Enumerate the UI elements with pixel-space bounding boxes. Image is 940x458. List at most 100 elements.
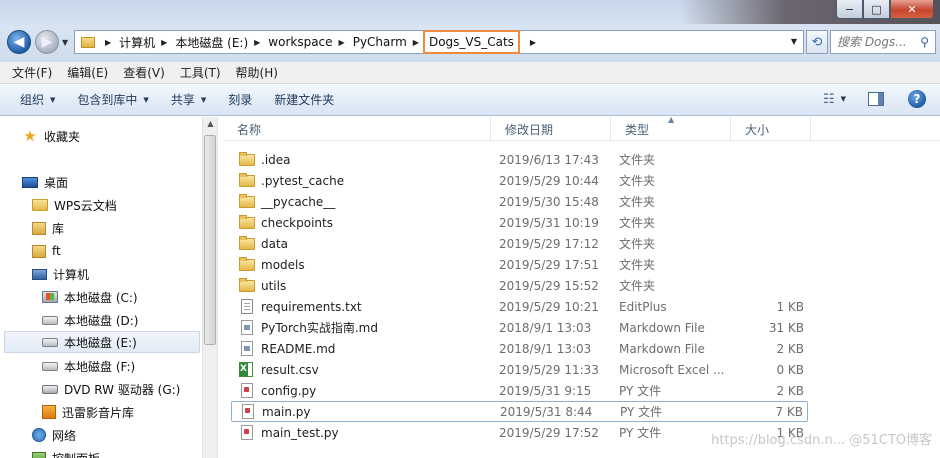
address-bar[interactable]: ▶ 计算机 ▶ 本地磁盘 (E:) ▶ workspace ▶ PyCharm ▶ Do…: [74, 30, 804, 54]
preview-pane-icon[interactable]: [868, 92, 884, 106]
folder-icon: [239, 193, 255, 208]
menu-tools[interactable]: 工具(T): [180, 64, 221, 81]
nav-item-favorites[interactable]: ★ 收藏夹: [22, 125, 80, 147]
close-button[interactable]: ✕: [890, 0, 934, 19]
file-name: data: [261, 236, 289, 251]
file-size: 0 KB: [776, 362, 804, 377]
file-date: 2019/6/13 17:43: [499, 152, 599, 167]
search-icon: ⚲: [920, 35, 929, 49]
excel-csv-icon: [239, 362, 253, 377]
breadcrumb-computer[interactable]: 计算机 ▶: [119, 34, 175, 51]
column-header-name[interactable]: 名称: [223, 117, 491, 141]
breadcrumb-pycharm[interactable]: PyCharm ▶: [353, 35, 427, 49]
scrollbar-thumb[interactable]: [204, 135, 216, 345]
nav-item-control-panel[interactable]: 控制面板: [32, 447, 100, 458]
file-type: EditPlus: [619, 299, 667, 314]
nav-item-xunlei[interactable]: 迅雷影音片库: [42, 401, 134, 423]
nav-item-drive-d[interactable]: 本地磁盘 (D:): [42, 309, 138, 331]
chevron-right-icon: ▶: [338, 37, 345, 47]
library-icon: [32, 221, 46, 235]
python-file-icon: [241, 425, 253, 440]
search-box[interactable]: ⚲: [830, 30, 936, 54]
nav-item-wps[interactable]: WPS云文档: [32, 194, 117, 216]
navigation-scrollbar[interactable]: ▲: [202, 117, 217, 458]
address-history-dropdown[interactable]: ▼: [791, 37, 797, 46]
file-date: 2019/5/29 15:52: [499, 278, 599, 293]
file-row[interactable]: .idea 2019/6/13 17:43 文件夹: [231, 149, 808, 170]
minimize-button[interactable]: −: [836, 0, 863, 19]
computer-icon: [32, 268, 47, 280]
nav-item-libraries[interactable]: 库: [32, 217, 64, 239]
organize-button[interactable]: 组织 ▼: [20, 91, 55, 108]
file-row[interactable]: result.csv 2019/5/29 11:33 Microsoft Exc…: [231, 359, 808, 380]
star-icon: ★: [23, 127, 37, 145]
refresh-button[interactable]: ⟲: [806, 30, 828, 54]
nav-item-drive-c[interactable]: 本地磁盘 (C:): [42, 286, 138, 308]
file-list: 名称 修改日期 类型 大小 ▲ .idea 2019/6/13 17:43 文件…: [223, 115, 940, 458]
caret-down-icon: ▼: [200, 95, 207, 104]
share-button[interactable]: 共享 ▼: [171, 91, 206, 108]
menu-help[interactable]: 帮助(H): [236, 64, 278, 81]
search-input[interactable]: [837, 35, 911, 49]
nav-item-desktop[interactable]: 桌面: [22, 171, 68, 193]
breadcrumb-drive-e[interactable]: 本地磁盘 (E:) ▶: [175, 34, 268, 51]
nav-item-dvd[interactable]: DVD RW 驱动器 (G:): [42, 378, 180, 400]
file-row[interactable]: data 2019/5/29 17:12 文件夹: [231, 233, 808, 254]
file-row[interactable]: utils 2019/5/29 15:52 文件夹: [231, 275, 808, 296]
file-type: PY 文件: [620, 405, 663, 419]
breadcrumb-dogs-vs-cats[interactable]: Dogs_VS_Cats ▶: [422, 30, 544, 54]
watermark: https://blog.csdn.n... @51CTO博客: [711, 433, 932, 448]
control-panel-icon: [32, 451, 46, 458]
column-header-row: 名称 修改日期 类型 大小 ▲: [223, 115, 940, 141]
nav-item-network[interactable]: 网络: [32, 424, 76, 446]
markdown-file-icon: [241, 320, 253, 335]
caret-down-icon: ▼: [143, 95, 149, 104]
crumb-root-arrow[interactable]: ▶: [99, 38, 119, 47]
column-header-size[interactable]: 大小: [731, 117, 811, 141]
nav-item-drive-e[interactable]: 本地磁盘 (E:): [4, 331, 200, 353]
scroll-up-arrow[interactable]: ▲: [203, 119, 218, 133]
arrow-right-icon: ▶: [41, 34, 53, 50]
burn-button[interactable]: 刻录: [228, 91, 252, 108]
view-options-dropdown[interactable]: ▼: [841, 95, 846, 103]
file-row[interactable]: __pycache__ 2019/5/30 15:48 文件夹: [231, 191, 808, 212]
include-in-library-button[interactable]: 包含到库中 ▼: [77, 91, 148, 108]
file-row[interactable]: checkpoints 2019/5/31 10:19 文件夹: [231, 212, 808, 233]
file-size: 31 KB: [768, 320, 804, 335]
nav-item-computer[interactable]: 计算机: [32, 263, 89, 285]
breadcrumb-workspace[interactable]: workspace ▶: [268, 35, 352, 49]
forward-button[interactable]: ▶: [35, 30, 59, 54]
view-options-icon[interactable]: ☷: [823, 92, 835, 107]
file-name: README.md: [261, 341, 336, 356]
system-drive-icon: [42, 291, 58, 303]
nav-item-ft[interactable]: ft: [32, 240, 61, 262]
file-type: 文件夹: [619, 153, 656, 167]
menu-file[interactable]: 文件(F): [12, 64, 52, 81]
file-row[interactable]: README.md 2018/9/1 13:03 Markdown File 2…: [231, 338, 808, 359]
file-type: PY 文件: [619, 384, 662, 398]
help-icon[interactable]: ?: [908, 90, 926, 108]
file-row[interactable]: .pytest_cache 2019/5/29 10:44 文件夹: [231, 170, 808, 191]
maximize-button[interactable]: □: [863, 0, 890, 19]
column-header-date[interactable]: 修改日期: [491, 117, 611, 141]
chevron-right-icon: ▶: [161, 37, 168, 47]
file-row[interactable]: PyTorch实战指南.md 2018/9/1 13:03 Markdown F…: [231, 317, 808, 338]
new-folder-button[interactable]: 新建文件夹: [274, 91, 334, 108]
file-type: Markdown File: [619, 341, 705, 356]
text-file-icon: [241, 299, 253, 314]
file-row[interactable]: requirements.txt 2019/5/29 10:21 EditPlu…: [231, 296, 808, 317]
recent-pages-dropdown[interactable]: ▼: [62, 38, 68, 47]
menu-edit[interactable]: 编辑(E): [67, 64, 108, 81]
file-type: 文件夹: [619, 216, 656, 230]
menu-view[interactable]: 查看(V): [123, 64, 165, 81]
file-row-focused[interactable]: main.py 2019/5/31 8:44 PY 文件 7 KB: [231, 401, 808, 422]
file-name: result.csv: [261, 362, 319, 377]
file-row[interactable]: models 2019/5/29 17:51 文件夹: [231, 254, 808, 275]
back-button[interactable]: ◀: [7, 30, 31, 54]
file-row[interactable]: config.py 2019/5/31 9:15 PY 文件 2 KB: [231, 380, 808, 401]
file-type: Markdown File: [619, 320, 705, 335]
nav-item-drive-f[interactable]: 本地磁盘 (F:): [42, 355, 135, 377]
file-date: 2019/5/29 10:44: [499, 173, 599, 188]
chevron-right-icon: ▶: [529, 37, 537, 47]
file-name: models: [261, 257, 305, 272]
